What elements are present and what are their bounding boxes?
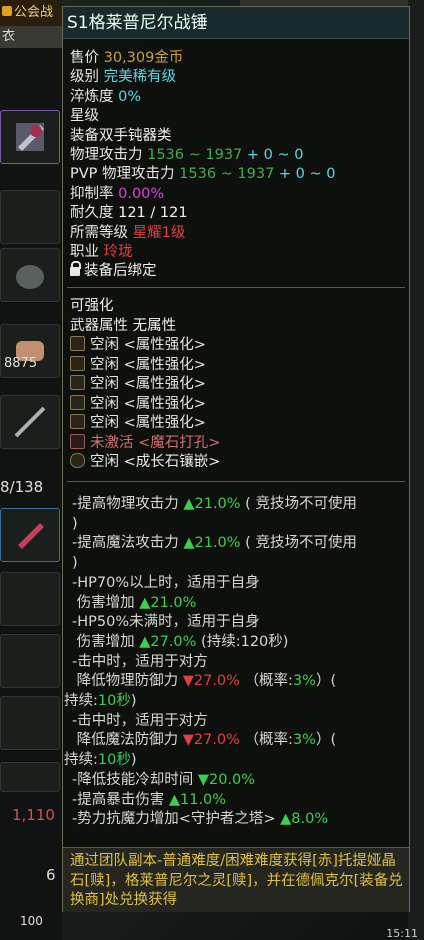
socket-icon <box>70 394 85 410</box>
effect-line: -击中时，适用于对方 <box>72 712 208 729</box>
lock-icon <box>70 261 81 277</box>
pvp-attack-row: PVP 物理攻击力 1536 ~ 1937 + 0 ~ 0 <box>70 166 336 183</box>
socket-row: 空闲 <属性强化> <box>70 394 406 415</box>
source-text: 通过团队副本-普通难度/困难难度获得[赤]托提娅晶石[赎]，格莱普尼尔之灵[赎]… <box>70 853 403 908</box>
effect-line: -击中时，适用于对方 <box>72 653 208 670</box>
right-edge-strip <box>408 0 424 940</box>
hammer-icon <box>16 123 44 151</box>
socket-row: 空闲 <属性强化> <box>70 414 406 434</box>
inactive-socket-row: 未激活 <魔石打孔> <box>70 433 406 454</box>
price-row: 售价 30,309金币 <box>70 50 184 66</box>
effect-line: -提高暴击伤害 ▲11.0% <box>72 791 227 808</box>
effect-line: 伤害增加 ▲27.0% (持续:120秒) <box>76 633 289 650</box>
clock: 15:11 <box>386 927 418 940</box>
star-row: 星级 <box>70 108 99 125</box>
grade-row: 级别 完美稀有级 <box>70 69 177 86</box>
inventory-slot[interactable] <box>0 634 60 688</box>
inventory-slot-glove[interactable] <box>0 248 60 302</box>
guild-war-label: 公会战 <box>14 5 54 20</box>
effect-line: ) <box>72 555 78 572</box>
hammer-icon-small <box>18 523 44 549</box>
item-count-a: 8875 <box>4 356 38 371</box>
effect-line: 持续:10秒) <box>64 752 137 769</box>
effect-line: -HP70%以上时，适用于自身 <box>72 574 260 591</box>
inventory-slot[interactable] <box>0 190 60 244</box>
sword-icon <box>14 406 46 438</box>
inventory-count: 8/138 <box>0 478 44 496</box>
glove-icon <box>16 265 44 289</box>
toolbar-buttons[interactable] <box>0 762 60 792</box>
effect-line: -降低技能冷却时间 ▼20.0% <box>72 771 256 788</box>
socket-icon <box>70 375 85 390</box>
left-inventory-strip: 公会战 衣 8875 8/138 1,110 6 100 <box>0 0 64 940</box>
effects-list: -提高物理攻击力 ▲21.0% ( 竞技场不可使用 ) -提高魔法攻击力 ▲21… <box>64 495 408 830</box>
effect-line: 降低魔法防御力 ▼27.0% （概率:3%）( <box>76 732 337 749</box>
refine-row: 淬炼度 0% <box>70 88 142 105</box>
effect-line: -提高物理攻击力 ▲21.0% ( 竞技场不可使用 <box>72 496 357 512</box>
effect-line: 持续:10秒) <box>64 693 137 710</box>
locked-socket-icon <box>70 433 85 449</box>
inventory-slot[interactable] <box>0 572 60 626</box>
effect-line: -HP50%未满时，适用于自身 <box>72 614 260 631</box>
item-count-e: 100 <box>20 914 43 928</box>
socket-row: 空闲 <属性强化> <box>70 336 406 356</box>
equipment-slot-hammer[interactable] <box>0 508 60 562</box>
effect-line: -提高魔法攻击力 ▲21.0% ( 竞技场不可使用 <box>72 535 357 552</box>
equipment-slot-weapon[interactable] <box>0 110 60 164</box>
clothing-tab[interactable]: 衣 <box>0 26 64 48</box>
job-row: 职业 玲珑 <box>70 243 133 260</box>
effect-line: 伤害增加 ▲21.0% <box>76 594 197 611</box>
currency-amount: 1,110 <box>12 806 55 824</box>
socket-icon <box>70 336 85 351</box>
item-tooltip: S1格莱普尼尔战锤 售价 30,309金币 级别 完美稀有级 淬炼度 0% 星级… <box>62 6 410 912</box>
growth-socket-icon <box>70 453 85 468</box>
socket-row: 空闲 <属性强化> <box>70 355 406 376</box>
clothing-tab-label: 衣 <box>2 29 16 44</box>
effect-line: 降低物理防御力 ▼27.0% （概率:3%）( <box>76 673 337 690</box>
phys-attack-row: 物理攻击力 1536 ~ 1937 + 0 ~ 0 <box>70 146 304 163</box>
suppress-row: 抑制率 0.00% <box>70 185 165 202</box>
effect-line: -势力抗魔力增加<守护者之塔> ▲8.0% <box>72 811 329 828</box>
item-name: S1格莱普尼尔战锤 <box>63 7 409 39</box>
source-info: 通过团队副本-普通难度/困难难度获得[赤]托提娅晶石[赎]，格莱普尼尔之灵[赎]… <box>63 847 409 912</box>
growth-socket-row: 空闲 <成长石镶嵌> <box>70 453 406 473</box>
socket-icon <box>70 355 85 371</box>
enhance-row: 可强化 <box>70 298 114 314</box>
durability-row: 耐久度 121 / 121 <box>70 205 188 222</box>
inventory-slot-sword[interactable] <box>0 395 60 449</box>
divider <box>67 481 405 482</box>
inventory-slot[interactable] <box>0 696 60 750</box>
equip-type-row: 装备双手钝器类 <box>70 127 172 144</box>
bind-row: 装备后绑定 <box>70 261 406 281</box>
effect-line: ) <box>72 515 78 532</box>
socket-icon <box>70 414 85 429</box>
socket-row: 空闲 <属性强化> <box>70 375 406 395</box>
guild-icon <box>2 6 12 16</box>
weapon-attr-row: 武器属性 无属性 <box>70 317 177 334</box>
level-req-row: 所需等级 星耀1级 <box>70 224 186 241</box>
guild-war-button[interactable]: 公会战 <box>0 0 62 27</box>
divider <box>67 287 405 288</box>
item-count-d: 6 <box>46 866 56 884</box>
